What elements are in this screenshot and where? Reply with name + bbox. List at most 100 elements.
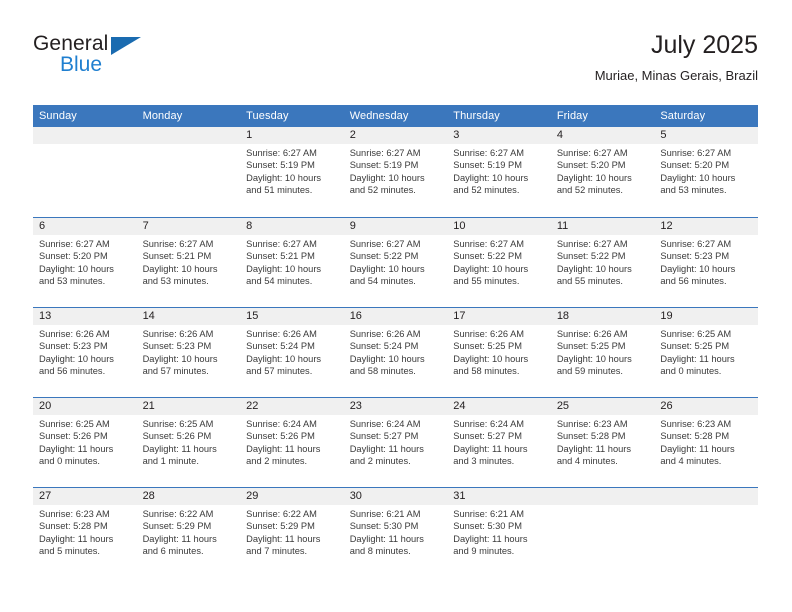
daylight-text: Daylight: 10 hours and 58 minutes. — [349, 353, 425, 377]
daylight-text: Daylight: 11 hours and 6 minutes. — [142, 533, 217, 557]
sunrise-text: Sunrise: 6:21 AM — [453, 509, 525, 519]
calendar-week-row: 27 Sunrise: 6:23 AM Sunset: 5:28 PM Dayligh… — [33, 487, 758, 577]
sunset-text: Sunset: 5:27 PM — [349, 431, 419, 442]
calendar-day-cell[interactable]: 27 Sunrise: 6:23 AM Sunset: 5:28 PM Dayligh… — [33, 488, 137, 577]
day-number: 31 — [447, 488, 551, 505]
calendar-day-cell[interactable]: 11 Sunrise: 6:27 AM Sunset: 5:22 PM Dayligh… — [550, 218, 655, 307]
title-block: July 2025 Muriae, Minas Gerais, Brazil — [595, 30, 758, 84]
calendar-day-cell[interactable]: 22 Sunrise: 6:24 AM Sunset: 5:26 PM Dayligh… — [240, 398, 344, 487]
day-number: 13 — [33, 308, 137, 325]
daylight-text: Daylight: 10 hours and 54 minutes. — [349, 263, 425, 287]
calendar-day-cell[interactable]: 14 Sunrise: 6:26 AM Sunset: 5:23 PM Dayligh… — [136, 308, 241, 397]
sunrise-text: Sunrise: 6:27 AM — [39, 239, 110, 249]
calendar-day-cell[interactable]: 19 Sunrise: 6:25 AM Sunset: 5:25 PM Dayligh… — [654, 308, 758, 397]
sunrise-text: Sunrise: 6:26 AM — [142, 329, 214, 339]
day-sun-info: Sunrise: 6:27 AM Sunset: 5:22 PM Daylight:… — [447, 235, 551, 288]
calendar-day-cell[interactable]: 1 Sunrise: 6:27 AM Sunset: 5:19 PM Daylight… — [240, 127, 344, 217]
day-number: 24 — [447, 398, 551, 415]
daylight-text: Daylight: 10 hours and 57 minutes. — [246, 353, 322, 377]
daylight-text: Daylight: 10 hours and 52 minutes. — [349, 172, 425, 196]
sunset-text: Sunset: 5:28 PM — [556, 431, 626, 442]
sunset-text: Sunset: 5:22 PM — [453, 251, 522, 262]
sunrise-text: Sunrise: 6:24 AM — [246, 419, 317, 429]
calendar-day-cell[interactable]: 28 Sunrise: 6:22 AM Sunset: 5:29 PM Dayligh… — [136, 488, 241, 577]
sunrise-text: Sunrise: 6:26 AM — [39, 329, 110, 339]
calendar-day-cell[interactable]: 5 Sunrise: 6:27 AM Sunset: 5:20 PM Daylight… — [654, 127, 758, 217]
page-title: July 2025 — [650, 31, 758, 59]
day-sun-info: Sunrise: 6:27 AM Sunset: 5:19 PM Daylight:… — [344, 144, 448, 197]
calendar-day-cell-empty — [33, 127, 137, 217]
sunrise-text: Sunrise: 6:27 AM — [556, 148, 628, 158]
daylight-text: Daylight: 10 hours and 57 minutes. — [142, 353, 218, 377]
calendar-day-cell[interactable]: 2 Sunrise: 6:27 AM Sunset: 5:19 PM Daylight… — [343, 127, 448, 217]
daylight-text: Daylight: 10 hours and 58 minutes. — [453, 353, 529, 377]
calendar-day-cell[interactable]: 6 Sunrise: 6:27 AM Sunset: 5:20 PM Daylight… — [33, 218, 137, 307]
day-sun-info: Sunrise: 6:22 AM Sunset: 5:29 PM Daylight:… — [240, 505, 344, 558]
calendar-day-cell[interactable]: 23 Sunrise: 6:24 AM Sunset: 5:27 PM Dayligh… — [343, 398, 448, 487]
daylight-text: Daylight: 10 hours and 52 minutes. — [556, 172, 632, 196]
calendar-day-cell[interactable]: 4 Sunrise: 6:27 AM Sunset: 5:20 PM Daylight… — [550, 127, 655, 217]
day-sun-info: Sunrise: 6:27 AM Sunset: 5:20 PM Daylight:… — [551, 144, 655, 197]
day-sun-info: Sunrise: 6:26 AM Sunset: 5:24 PM Daylight:… — [344, 325, 448, 378]
day-sun-info: Sunrise: 6:26 AM Sunset: 5:25 PM Daylight:… — [551, 325, 655, 378]
sunrise-text: Sunrise: 6:26 AM — [453, 329, 525, 339]
day-sun-info: Sunrise: 6:25 AM Sunset: 5:26 PM Daylight:… — [137, 415, 241, 468]
calendar-day-cell[interactable]: 16 Sunrise: 6:26 AM Sunset: 5:24 PM Dayligh… — [343, 308, 448, 397]
calendar-day-cell[interactable]: 3 Sunrise: 6:27 AM Sunset: 5:19 PM Daylight… — [447, 127, 551, 217]
sunset-text: Sunset: 5:26 PM — [142, 431, 212, 442]
calendar-day-cell-empty — [550, 488, 655, 577]
day-number: 29 — [240, 488, 344, 505]
sunrise-text: Sunrise: 6:25 AM — [39, 419, 110, 429]
day-number — [136, 127, 241, 144]
calendar-day-cell[interactable]: 17 Sunrise: 6:26 AM Sunset: 5:25 PM Dayligh… — [447, 308, 551, 397]
sunset-text: Sunset: 5:24 PM — [349, 341, 419, 352]
calendar-day-cell[interactable]: 25 Sunrise: 6:23 AM Sunset: 5:28 PM Dayligh… — [550, 398, 655, 487]
calendar-day-cell[interactable]: 24 Sunrise: 6:24 AM Sunset: 5:27 PM Dayligh… — [447, 398, 551, 487]
sunrise-text: Sunrise: 6:27 AM — [660, 239, 732, 249]
calendar-day-cell[interactable]: 12 Sunrise: 6:27 AM Sunset: 5:23 PM Dayligh… — [654, 218, 758, 307]
sunrise-text: Sunrise: 6:26 AM — [349, 329, 421, 339]
sunset-text: Sunset: 5:22 PM — [349, 251, 419, 262]
calendar-day-cell[interactable]: 9 Sunrise: 6:27 AM Sunset: 5:22 PM Daylight… — [343, 218, 448, 307]
sunrise-text: Sunrise: 6:22 AM — [246, 509, 317, 519]
sunrise-text: Sunrise: 6:26 AM — [556, 329, 628, 339]
weekday-header-sunday: Sunday — [39, 110, 77, 122]
calendar-day-cell[interactable]: 29 Sunrise: 6:22 AM Sunset: 5:29 PM Dayligh… — [240, 488, 344, 577]
sunrise-text: Sunrise: 6:27 AM — [349, 148, 421, 158]
day-sun-info: Sunrise: 6:23 AM Sunset: 5:28 PM Daylight:… — [551, 415, 655, 468]
daylight-text: Daylight: 11 hours and 4 minutes. — [556, 443, 632, 467]
calendar-day-cell[interactable]: 30 Sunrise: 6:21 AM Sunset: 5:30 PM Dayligh… — [343, 488, 448, 577]
daylight-text: Daylight: 10 hours and 55 minutes. — [556, 263, 632, 287]
calendar-day-cell[interactable]: 15 Sunrise: 6:26 AM Sunset: 5:24 PM Dayligh… — [240, 308, 344, 397]
calendar-week-row: 13 Sunrise: 6:26 AM Sunset: 5:23 PM Dayligh… — [33, 307, 758, 397]
day-number: 8 — [240, 218, 344, 235]
sunrise-text: Sunrise: 6:24 AM — [453, 419, 525, 429]
sunset-text: Sunset: 5:20 PM — [660, 160, 730, 171]
day-number: 17 — [447, 308, 551, 325]
day-number: 6 — [33, 218, 137, 235]
sunrise-text: Sunrise: 6:27 AM — [349, 239, 421, 249]
daylight-text: Daylight: 11 hours and 0 minutes. — [39, 443, 114, 467]
day-number: 21 — [136, 398, 241, 415]
sunset-text: Sunset: 5:26 PM — [246, 431, 315, 442]
day-number: 1 — [240, 127, 344, 144]
day-number: 14 — [136, 308, 241, 325]
weekday-header-thursday: Thursday — [453, 110, 500, 122]
day-number: 26 — [654, 398, 758, 415]
calendar-day-cell[interactable]: 31 Sunrise: 6:21 AM Sunset: 5:30 PM Dayligh… — [447, 488, 551, 577]
daylight-text: Daylight: 10 hours and 53 minutes. — [39, 263, 114, 287]
sunset-text: Sunset: 5:30 PM — [453, 521, 522, 532]
sunrise-text: Sunrise: 6:24 AM — [349, 419, 421, 429]
day-number: 27 — [33, 488, 137, 505]
calendar-day-cell[interactable]: 21 Sunrise: 6:25 AM Sunset: 5:26 PM Dayligh… — [136, 398, 241, 487]
calendar-day-cell[interactable]: 18 Sunrise: 6:26 AM Sunset: 5:25 PM Dayligh… — [550, 308, 655, 397]
calendar-day-cell[interactable]: 7 Sunrise: 6:27 AM Sunset: 5:21 PM Daylight… — [136, 218, 241, 307]
calendar-day-cell[interactable]: 10 Sunrise: 6:27 AM Sunset: 5:22 PM Dayligh… — [447, 218, 551, 307]
day-sun-info: Sunrise: 6:21 AM Sunset: 5:30 PM Daylight:… — [344, 505, 448, 558]
calendar-day-cell[interactable]: 26 Sunrise: 6:23 AM Sunset: 5:28 PM Dayligh… — [654, 398, 758, 487]
calendar-day-cell[interactable]: 13 Sunrise: 6:26 AM Sunset: 5:23 PM Dayligh… — [33, 308, 137, 397]
sunrise-text: Sunrise: 6:26 AM — [246, 329, 317, 339]
day-sun-info: Sunrise: 6:22 AM Sunset: 5:29 PM Daylight:… — [137, 505, 241, 558]
calendar-day-cell[interactable]: 8 Sunrise: 6:27 AM Sunset: 5:21 PM Daylight… — [240, 218, 344, 307]
calendar-day-cell[interactable]: 20 Sunrise: 6:25 AM Sunset: 5:26 PM Dayligh… — [33, 398, 137, 487]
